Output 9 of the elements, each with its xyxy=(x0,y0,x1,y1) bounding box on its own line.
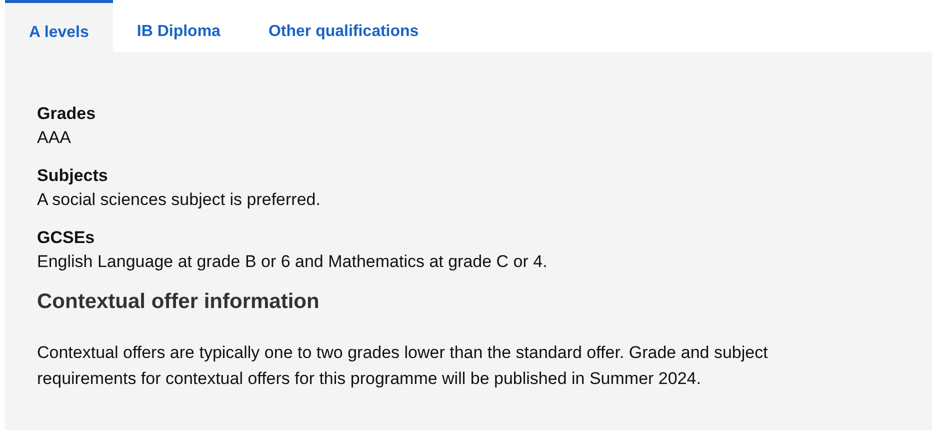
requirement-heading: GCSEs xyxy=(37,227,96,249)
paragraph: Contextual offers are typically one to two grades lower than the standard offer. Grade and subject requirements for contextual offers for this programme will be published in Summer 2024. xyxy=(37,342,769,390)
requirement-text: AAA xyxy=(37,127,72,149)
requirement-heading: Grades xyxy=(37,103,97,125)
section-heading: Contextual offer information xyxy=(37,289,320,315)
tab[interactable]: A levels xyxy=(5,0,113,52)
requirement-text: English Language at grade B or 6 and Mathematics at grade C or 4. xyxy=(37,251,548,273)
requirement-text: A social sciences subject is preferred. xyxy=(37,189,322,211)
requirement-heading: Subjects xyxy=(37,165,109,187)
